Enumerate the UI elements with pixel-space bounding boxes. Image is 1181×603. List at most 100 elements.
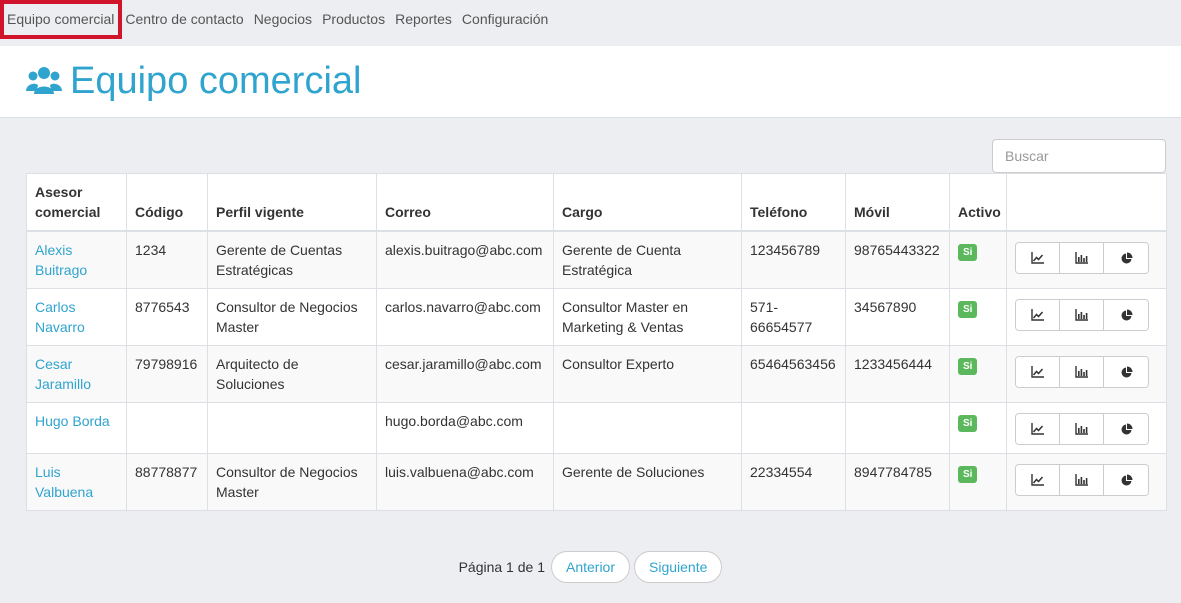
cell-role [553,402,742,454]
pie-chart-button[interactable] [1104,465,1148,495]
header-activo[interactable]: Activo [949,173,1007,232]
cell-email: luis.valbuena@abc.com [376,453,554,511]
page-header: Equipo comercial [0,46,1181,118]
header-cargo[interactable]: Cargo [553,173,742,232]
pagination: Página 1 de 1 Anterior Siguiente [0,551,1181,583]
cell-role: Gerente de Soluciones [553,453,742,511]
bar-chart-button[interactable] [1060,414,1104,444]
active-badge: Si [958,358,978,375]
cell-email: carlos.navarro@abc.com [376,288,554,346]
bar-chart-button[interactable] [1060,243,1104,273]
row-actions [1015,242,1149,274]
table-row: Luis Valbuena 88778877 Consultor de Negoci… [26,453,1167,511]
nav-item-1[interactable]: Centro de contacto [122,0,250,40]
header-movil[interactable]: Móvil [845,173,950,232]
table-row: Alexis Buitrago 1234 Gerente de Cuentas Es… [26,230,1167,289]
nav-item-2[interactable]: Negocios [251,0,319,40]
pie-chart-button[interactable] [1104,357,1148,387]
next-page-button[interactable]: Siguiente [634,551,723,583]
cell-profile: Arquitecto de Soluciones [207,345,377,403]
cell-role: Consultor Master en Marketing & Ventas [553,288,742,346]
bar-chart-icon [1074,423,1089,435]
cell-active: Si [949,288,1007,346]
pie-chart-icon [1120,423,1133,436]
row-actions [1015,299,1149,331]
cell-advisor: Alexis Buitrago [26,230,127,289]
sales-team-table: Asesor comercial Código Perfil vigente C… [26,173,1167,511]
active-badge: Si [958,466,978,483]
line-chart-button[interactable] [1016,414,1060,444]
cell-mobile [845,402,950,454]
cell-active: Si [949,345,1007,403]
nav-item-3[interactable]: Productos [319,0,392,40]
table-row: Hugo Borda hugo.borda@abc.com Si [26,402,1167,454]
top-nav: Equipo comercial Centro de contacto Negoci… [0,0,1181,40]
page-title: Equipo comercial [70,60,362,102]
cell-code [126,402,208,454]
cell-mobile: 1233456444 [845,345,950,403]
header-telefono[interactable]: Teléfono [741,173,846,232]
pie-chart-button[interactable] [1104,243,1148,273]
active-badge: Si [958,244,978,261]
cell-actions [1006,345,1167,403]
cell-mobile: 34567890 [845,288,950,346]
bar-chart-icon [1074,366,1089,378]
cell-phone: 571-66654577 [741,288,846,346]
cell-code: 8776543 [126,288,208,346]
previous-page-button[interactable]: Anterior [550,551,631,583]
bar-chart-button[interactable] [1060,465,1104,495]
line-chart-icon [1030,252,1045,264]
cell-advisor: Cesar Jaramillo [26,345,127,403]
search-input[interactable] [992,139,1166,173]
line-chart-button[interactable] [1016,465,1060,495]
sales-team-table-wrapper: Asesor comercial Código Perfil vigente C… [26,173,1167,511]
cell-role: Gerente de Cuenta Estratégica [553,230,742,289]
cell-phone [741,402,846,454]
header-correo[interactable]: Correo [376,173,554,232]
header-perfil[interactable]: Perfil vigente [207,173,377,232]
advisor-name-link[interactable]: Alexis Buitrago [35,242,87,278]
cell-actions [1006,453,1167,511]
line-chart-icon [1030,423,1045,435]
cell-actions [1006,288,1167,346]
cell-active: Si [949,453,1007,511]
cell-phone: 22334554 [741,453,846,511]
cell-code: 88778877 [126,453,208,511]
row-actions [1015,356,1149,388]
bar-chart-button[interactable] [1060,300,1104,330]
cell-active: Si [949,230,1007,289]
cell-phone: 123456789 [741,230,846,289]
active-badge: Si [958,301,978,318]
cell-email: hugo.borda@abc.com [376,402,554,454]
table-row: Cesar Jaramillo 79798916 Arquitecto de Sol… [26,345,1167,403]
line-chart-button[interactable] [1016,357,1060,387]
cell-email: alexis.buitrago@abc.com [376,230,554,289]
cell-active: Si [949,402,1007,454]
cell-phone: 65464563456 [741,345,846,403]
cell-advisor: Luis Valbuena [26,453,127,511]
line-chart-button[interactable] [1016,243,1060,273]
nav-item-0[interactable]: Equipo comercial [0,0,123,39]
header-asesor[interactable]: Asesor comercial [26,173,127,232]
line-chart-icon [1030,366,1045,378]
pie-chart-button[interactable] [1104,414,1148,444]
header-codigo[interactable]: Código [126,173,208,232]
advisor-name-link[interactable]: Luis Valbuena [35,464,93,500]
advisor-name-link[interactable]: Cesar Jaramillo [35,356,91,392]
row-actions [1015,413,1149,445]
nav-item-5[interactable]: Configuración [459,0,555,40]
advisor-name-link[interactable]: Hugo Borda [35,413,110,429]
nav-item-4[interactable]: Reportes [392,0,459,40]
cell-role: Consultor Experto [553,345,742,403]
cell-code: 79798916 [126,345,208,403]
cell-advisor: Carlos Navarro [26,288,127,346]
bar-chart-icon [1074,252,1089,264]
cell-profile [207,402,377,454]
line-chart-button[interactable] [1016,300,1060,330]
pie-chart-button[interactable] [1104,300,1148,330]
bar-chart-button[interactable] [1060,357,1104,387]
cell-advisor: Hugo Borda [26,402,127,454]
header-actions [1006,173,1167,232]
advisor-name-link[interactable]: Carlos Navarro [35,299,85,335]
pie-chart-icon [1120,366,1133,379]
